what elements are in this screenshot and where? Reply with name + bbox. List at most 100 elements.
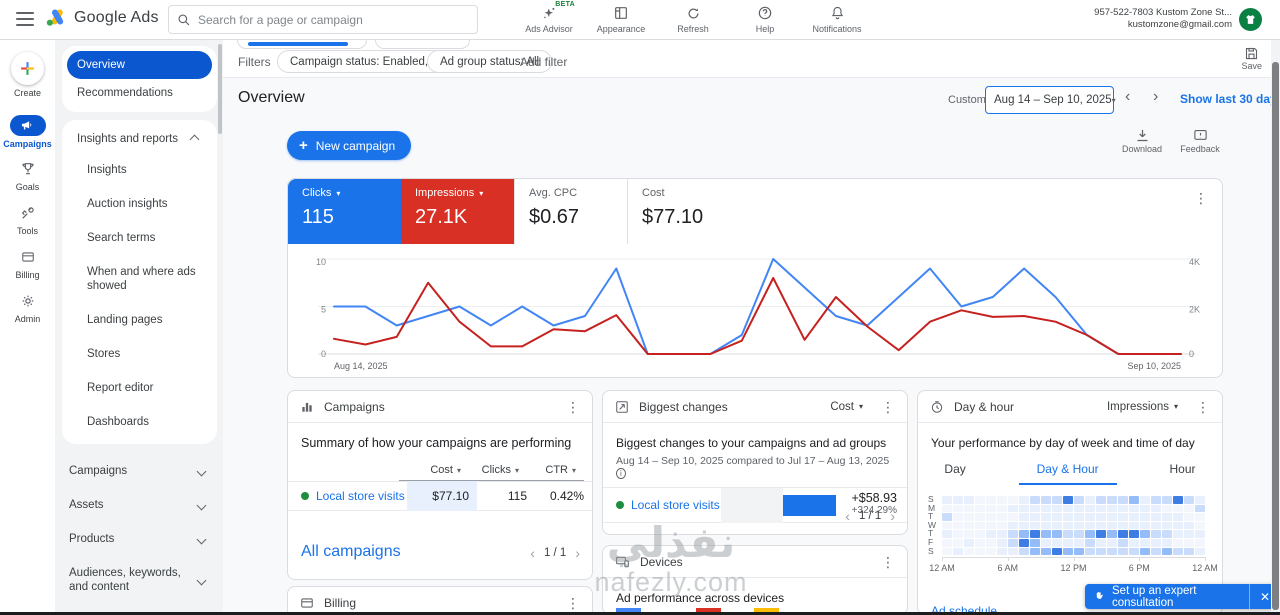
- sidebar-item-when-and-where-ads-showed[interactable]: When and where ads showed: [67, 255, 212, 303]
- save-button[interactable]: Save: [1241, 46, 1262, 71]
- campaign-link[interactable]: Local store visits: [631, 498, 720, 512]
- billing-card: Billing ⋮: [287, 586, 593, 615]
- metric-selector[interactable]: Cost▾: [830, 401, 863, 413]
- heat-cell: [1173, 505, 1183, 513]
- page-title: Overview: [238, 89, 305, 107]
- page-prev-icon[interactable]: ‹: [845, 508, 850, 524]
- topbar-refresh[interactable]: Refresh: [665, 3, 721, 34]
- heat-cell: [1118, 539, 1128, 547]
- page-prev-icon[interactable]: ‹: [530, 545, 535, 561]
- rail-item-tools[interactable]: Tools: [0, 202, 55, 236]
- topbar-notifications[interactable]: Notifications: [809, 3, 865, 34]
- heat-cell: [1052, 530, 1062, 538]
- rail-item-campaigns[interactable]: Campaigns: [0, 115, 55, 149]
- svg-text:10: 10: [316, 257, 326, 267]
- chevron-down-icon: [197, 575, 207, 585]
- day-hour-menu[interactable]: ⋮: [1196, 400, 1210, 414]
- account-info[interactable]: 957-522-7803 Kustom Zone St... kustomzon…: [1042, 7, 1232, 31]
- heat-cell: [1129, 522, 1139, 530]
- add-filter-button[interactable]: Add filter: [520, 55, 567, 69]
- page-scrollbar[interactable]: [1271, 40, 1280, 615]
- topbar-appearance[interactable]: Appearance: [593, 3, 649, 34]
- page-next-icon[interactable]: ›: [890, 508, 895, 524]
- heat-cell: [953, 548, 963, 556]
- sidebar-item-dashboards[interactable]: Dashboards: [67, 405, 212, 439]
- heat-cell: [1195, 505, 1205, 513]
- sidebar-item-search-terms[interactable]: Search terms: [67, 221, 212, 255]
- date-range-picker[interactable]: Aug 14 – Sep 10, 2025 ▾: [985, 86, 1114, 114]
- heat-cell: [1008, 530, 1018, 538]
- appearance-icon: [613, 3, 629, 23]
- heat-cell: [942, 513, 952, 521]
- heat-cell: [1118, 513, 1128, 521]
- previous-period-arrow[interactable]: ‹: [1125, 88, 1130, 106]
- sidebar-item-auction-insights[interactable]: Auction insights: [67, 187, 212, 221]
- metric-tile-clicks[interactable]: Clicks▾115: [288, 179, 401, 244]
- column-header-cost[interactable]: Cost▾: [399, 464, 469, 481]
- tab-day-hour[interactable]: Day & Hour: [1019, 462, 1117, 485]
- topbar-help[interactable]: Help: [737, 3, 793, 34]
- heat-cell: [975, 496, 985, 504]
- rail-item-goals[interactable]: Goals: [0, 158, 55, 192]
- column-header-clicks[interactable]: Clicks▾: [469, 464, 527, 481]
- campaign-link[interactable]: Local store visits: [316, 489, 407, 503]
- new-campaign-button[interactable]: + New campaign: [287, 131, 411, 160]
- sidebar-item-assets[interactable]: Assets: [63, 488, 215, 522]
- show-last-30-days-link[interactable]: Show last 30 days: [1180, 92, 1280, 106]
- sidebar-item-report-editor[interactable]: Report editor: [67, 371, 212, 405]
- heat-cell: [1151, 539, 1161, 547]
- campaigns-card-menu[interactable]: ⋮: [566, 400, 580, 414]
- avatar[interactable]: [1239, 8, 1262, 31]
- overview-card-menu[interactable]: ⋮: [1194, 191, 1208, 205]
- biggest-changes-menu[interactable]: ⋮: [881, 400, 895, 414]
- heat-cell: [1118, 522, 1128, 530]
- metric-tile-avg-cpc[interactable]: Avg. CPC$0.67: [514, 179, 627, 244]
- tab-day[interactable]: Day: [944, 462, 965, 485]
- metric-tile-impressions[interactable]: Impressions▾27.1K: [401, 179, 514, 244]
- rail-item-billing[interactable]: Billing: [0, 246, 55, 280]
- sidenav-scrollbar[interactable]: [218, 44, 222, 134]
- metric-selector[interactable]: Impressions▾: [1107, 401, 1178, 413]
- sidebar-item-insights[interactable]: Insights: [67, 153, 212, 187]
- heat-cell: [1019, 530, 1029, 538]
- day-hour-heatmap[interactable]: [942, 496, 1205, 555]
- heat-cell: [1107, 548, 1117, 556]
- menu-icon[interactable]: [16, 12, 34, 26]
- search-input[interactable]: [198, 13, 469, 27]
- heat-cell: [1173, 496, 1183, 504]
- all-campaigns-link[interactable]: All campaigns: [301, 543, 401, 561]
- page-next-icon[interactable]: ›: [575, 545, 580, 561]
- devices-card-menu[interactable]: ⋮: [881, 555, 895, 569]
- sidebar-item-products[interactable]: Products: [63, 522, 215, 556]
- info-icon[interactable]: i: [616, 468, 626, 479]
- sidebar-group-insights-and-reports[interactable]: Insights and reports: [67, 125, 212, 153]
- global-search[interactable]: [168, 5, 478, 34]
- billing-card-menu[interactable]: ⋮: [566, 596, 580, 610]
- billing-card-title: Billing: [324, 596, 556, 610]
- sidebar-item-recommendations[interactable]: Recommendations: [67, 79, 212, 107]
- metric-tile-cost[interactable]: Cost$77.10: [627, 179, 740, 244]
- create-button[interactable]: [11, 52, 44, 85]
- sidebar-item-stores[interactable]: Stores: [67, 337, 212, 371]
- performance-line-chart[interactable]: 051002K4KAug 14, 2025Sep 10, 2025: [288, 243, 1224, 377]
- sidebar-item-campaigns[interactable]: Campaigns: [63, 454, 215, 488]
- sidebar-item-landing-pages[interactable]: Landing pages: [67, 303, 212, 337]
- consultation-button[interactable]: Set up an expert consultation: [1106, 585, 1249, 609]
- next-period-arrow[interactable]: ›: [1153, 88, 1158, 106]
- rail-item-admin[interactable]: Admin: [0, 290, 55, 324]
- feedback-button[interactable]: Feedback: [1170, 128, 1230, 154]
- heat-cell: [1107, 513, 1117, 521]
- svg-text:5: 5: [321, 305, 326, 315]
- download-button[interactable]: Download: [1112, 128, 1172, 154]
- heat-cell: [1162, 530, 1172, 538]
- heat-cell: [1195, 522, 1205, 530]
- heat-cell: [1162, 505, 1172, 513]
- heatmap-col-label: 12 PM: [1060, 563, 1086, 573]
- column-header-ctr[interactable]: CTR▾: [527, 464, 584, 481]
- topbar-ads-advisor[interactable]: BETAAds Advisor: [521, 3, 577, 34]
- sidebar-item-audiences-keywords-and-content[interactable]: Audiences, keywords, and content: [63, 556, 215, 604]
- side-navigation: OverviewRecommendations Insights and rep…: [55, 40, 223, 615]
- sidebar-item-overview[interactable]: Overview: [67, 51, 212, 79]
- tab-hour[interactable]: Hour: [1170, 462, 1196, 485]
- heat-cell: [1041, 505, 1051, 513]
